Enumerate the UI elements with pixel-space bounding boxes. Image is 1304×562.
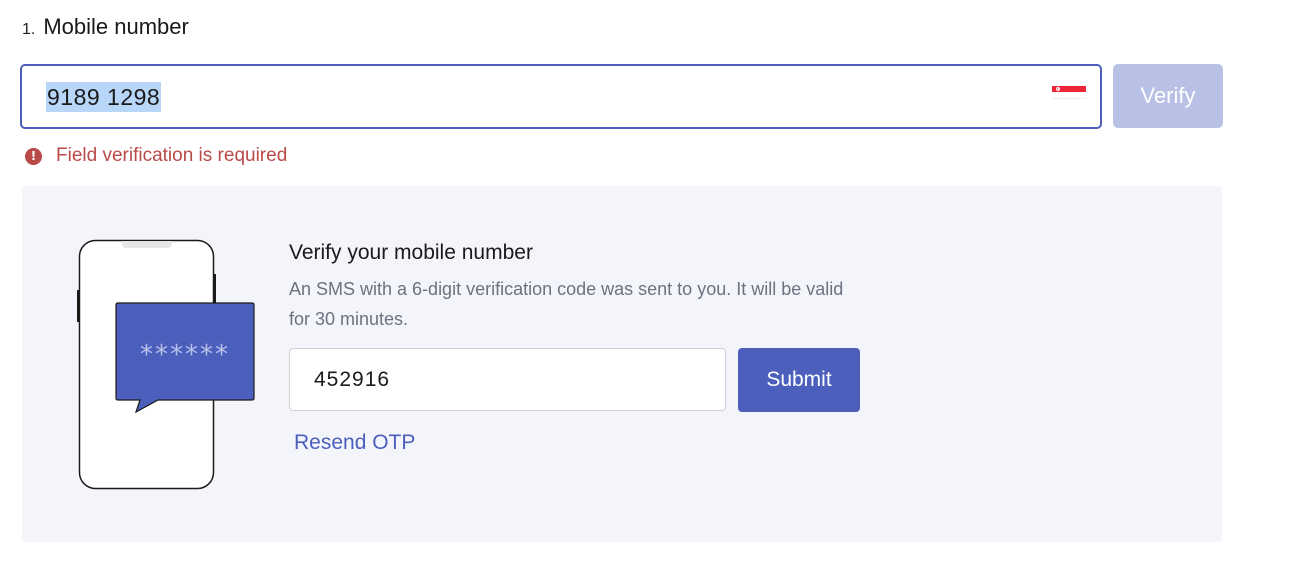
exclamation-circle-icon: ! <box>25 147 42 165</box>
verify-button[interactable]: Verify <box>1113 64 1223 128</box>
singapore-flag-icon <box>1052 86 1086 99</box>
question-number: 1. <box>22 21 36 38</box>
otp-title: Verify your mobile number <box>289 241 533 264</box>
error-message: Field verification is required <box>56 145 288 166</box>
phone-sms-illustration: ****** <box>77 239 255 490</box>
field-error: ! Field verification is required <box>25 145 287 167</box>
otp-code-input[interactable] <box>289 348 726 411</box>
otp-verification-panel: ****** Verify your mobile number An SMS … <box>22 186 1222 542</box>
question-title: Mobile number <box>43 14 189 39</box>
otp-description: An SMS with a 6-digit verification code … <box>289 279 844 329</box>
resend-otp-link[interactable]: Resend OTP <box>294 431 415 455</box>
mobile-number-value[interactable]: 9189 1298 <box>46 82 162 112</box>
masked-code-text: ****** <box>140 340 230 370</box>
question-label: 1. Mobile number <box>22 14 189 40</box>
mobile-number-field[interactable]: 9189 1298 <box>20 64 1102 129</box>
submit-button[interactable]: Submit <box>738 348 860 412</box>
